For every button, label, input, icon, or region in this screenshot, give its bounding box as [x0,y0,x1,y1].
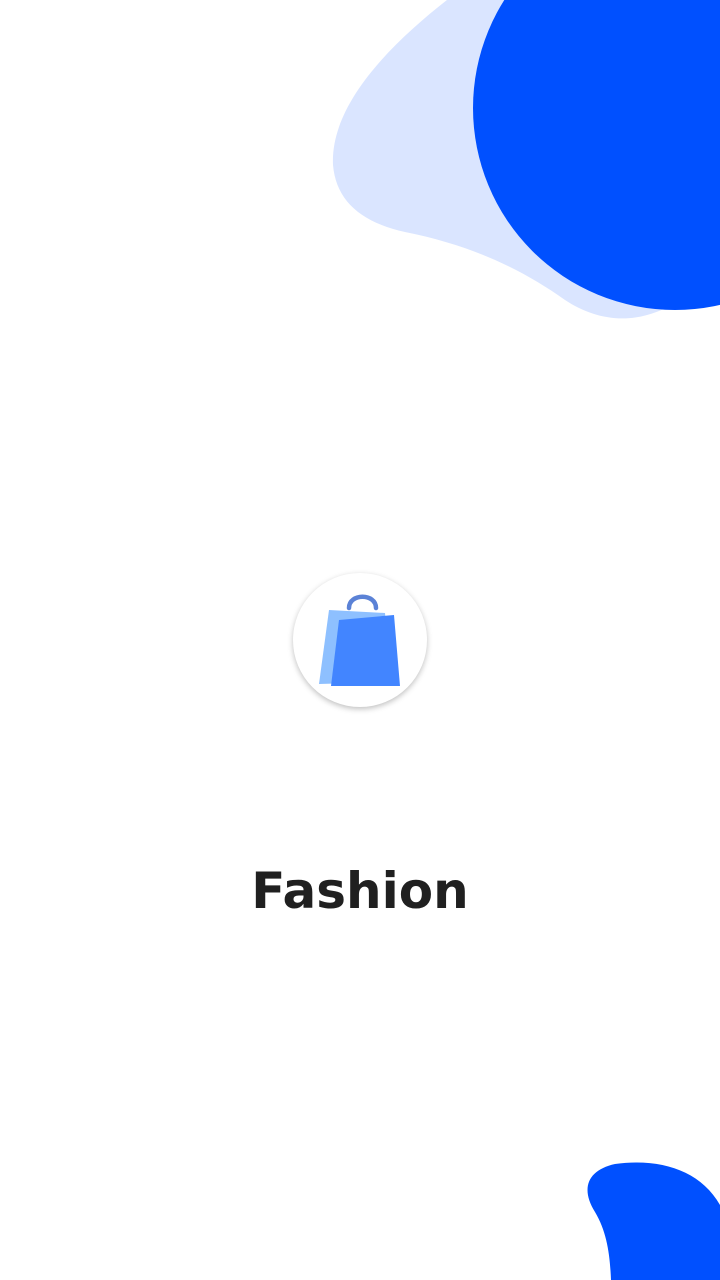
app-logo [293,573,427,707]
bottom-blob-shape [587,1162,720,1280]
shopping-bag-icon [319,594,400,686]
app-title: Fashion [251,862,469,920]
splash-screen: Fashion [0,0,720,1280]
